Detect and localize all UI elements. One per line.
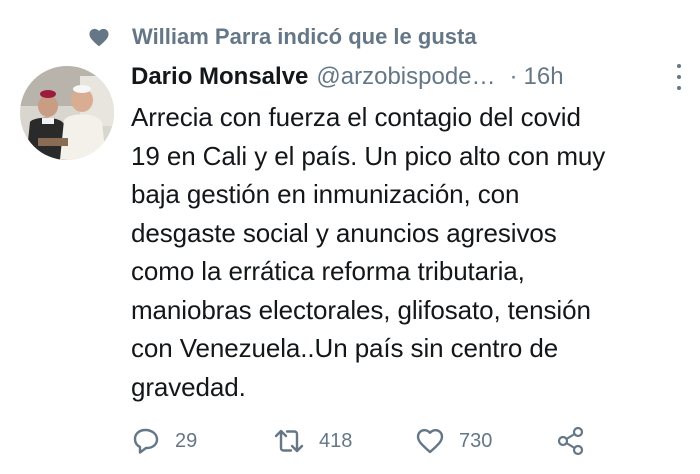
tweet-text-line: maniobras electorales, glifosato, tensió… <box>131 294 591 325</box>
tweet-actions: 29 418 730 <box>131 422 686 460</box>
tweet-text-line: como la errática reforma tributaria, <box>131 256 525 286</box>
avatar[interactable] <box>20 66 114 160</box>
like-icon <box>416 429 444 454</box>
author-name[interactable]: Dario Monsalve <box>131 63 308 91</box>
tweet-text: Arrecia con fuerza el contagio del covid… <box>131 98 686 406</box>
tweet-text-line: gravedad. <box>131 371 246 402</box>
heart-icon <box>89 28 109 47</box>
social-context-text[interactable]: William Parra indicó que le gusta <box>132 24 477 50</box>
social-context[interactable]: William Parra indicó que le gusta <box>88 22 477 52</box>
reply-button[interactable]: 29 <box>131 422 197 460</box>
like-count: 730 <box>459 429 493 452</box>
retweet-button[interactable]: 418 <box>273 422 352 460</box>
share-button[interactable] <box>556 422 586 460</box>
tweet-text-line: con Venezuela..Un país sin centro de <box>131 333 559 363</box>
like-button[interactable]: 730 <box>415 422 492 460</box>
tweet-text-line: 19 en Cali y el país. Un pico alto con m… <box>131 140 606 171</box>
tweet-text-line: Arrecia con fuerza el contagio del covid <box>131 102 581 132</box>
retweet-count: 418 <box>319 429 353 452</box>
tweet-time[interactable]: 16h <box>524 63 564 91</box>
tweet-text-line: baja gestión en inmunización, con <box>131 179 520 209</box>
more-options-icon[interactable] <box>672 64 686 90</box>
tweet-header: Dario Monsalve @arzobispode… · 16h <box>131 58 686 96</box>
share-icon <box>557 426 584 456</box>
tweet-text-line: desgaste social y anuncios agresivos <box>131 217 557 248</box>
retweet-icon <box>274 429 304 453</box>
separator-dot: · <box>509 63 518 90</box>
reply-count: 29 <box>175 429 198 452</box>
reply-icon <box>133 428 159 454</box>
author-handle[interactable]: @arzobispode… <box>316 63 495 91</box>
